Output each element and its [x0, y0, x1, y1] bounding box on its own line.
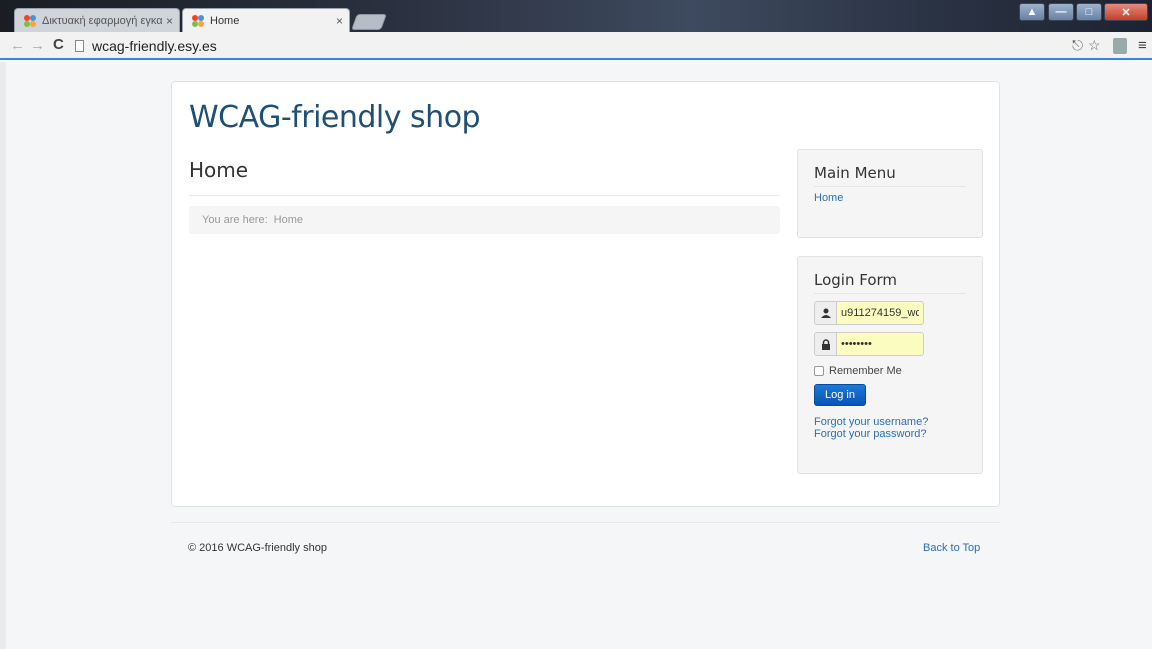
password-row: [814, 332, 966, 356]
breadcrumb: You are here: Home: [189, 206, 780, 234]
breadcrumb-current: Home: [273, 214, 303, 226]
login-button[interactable]: Log in: [814, 384, 866, 406]
back-icon[interactable]: ←: [10, 37, 25, 54]
close-window-icon[interactable]: ✕: [1104, 3, 1148, 21]
extension-icon[interactable]: [1113, 38, 1127, 54]
main-menu-module: Main Menu Home: [797, 149, 983, 238]
minimize-window-icon[interactable]: —: [1048, 3, 1074, 21]
menu-icon[interactable]: ≡: [1138, 37, 1147, 54]
forgot-username-link[interactable]: Forgot your username?: [814, 416, 966, 428]
browser-titlebar: Δικτυακή εφαρμογή εγκα × Home × ▲ — □ ✕: [0, 0, 1152, 32]
user-icon: [814, 301, 836, 325]
close-tab-icon[interactable]: ×: [336, 14, 343, 28]
forgot-password-link[interactable]: Forgot your password?: [814, 428, 966, 440]
tab-title: Δικτυακή εφαρμογή εγκα: [42, 14, 162, 27]
page-gutter: [0, 62, 6, 649]
lock-icon: [814, 332, 836, 356]
login-form-module: Login Form Remember Me Log in Forgot you…: [797, 256, 983, 474]
close-tab-icon[interactable]: ×: [166, 14, 173, 28]
username-field[interactable]: [836, 301, 924, 325]
tab-title: Home: [210, 14, 240, 27]
page-title: Home: [189, 158, 249, 182]
heading-divider: [189, 195, 780, 196]
user-profile-icon[interactable]: ▲: [1019, 3, 1045, 21]
back-to-top-link[interactable]: Back to Top: [923, 542, 980, 554]
username-row: [814, 301, 966, 325]
page-container: WCAG-friendly shop Home You are here: Ho…: [171, 81, 1000, 507]
breadcrumb-label: You are here:: [202, 214, 268, 226]
new-tab-button[interactable]: [351, 14, 387, 30]
forward-icon[interactable]: →: [30, 37, 45, 54]
remember-me-row[interactable]: Remember Me: [814, 365, 966, 377]
address-bar: ← → C wcag-friendly.esy.es ⎋ ☆ ≡: [0, 32, 1152, 60]
browser-tab-inactive[interactable]: Δικτυακή εφαρμογή εγκα ×: [14, 8, 180, 32]
reload-icon[interactable]: C: [53, 36, 64, 53]
key-icon[interactable]: ⎋: [1072, 37, 1083, 54]
joomla-favicon-icon: [24, 14, 36, 27]
copyright-text: © 2016 WCAG-friendly shop: [188, 542, 327, 554]
browser-tab-active[interactable]: Home ×: [182, 8, 350, 32]
login-form-title: Login Form: [814, 257, 966, 294]
main-menu-title: Main Menu: [814, 150, 966, 187]
joomla-favicon-icon: [192, 14, 204, 27]
star-icon[interactable]: ☆: [1088, 37, 1101, 54]
page-icon: [75, 40, 84, 52]
footer-divider: [171, 522, 1000, 523]
remember-me-checkbox[interactable]: [814, 366, 824, 376]
url-input[interactable]: wcag-friendly.esy.es: [92, 38, 217, 54]
site-title[interactable]: WCAG-friendly shop: [189, 100, 481, 135]
remember-me-label: Remember Me: [829, 365, 902, 377]
password-field[interactable]: [836, 332, 924, 356]
maximize-window-icon[interactable]: □: [1076, 3, 1102, 21]
menu-item-home[interactable]: Home: [814, 192, 966, 204]
